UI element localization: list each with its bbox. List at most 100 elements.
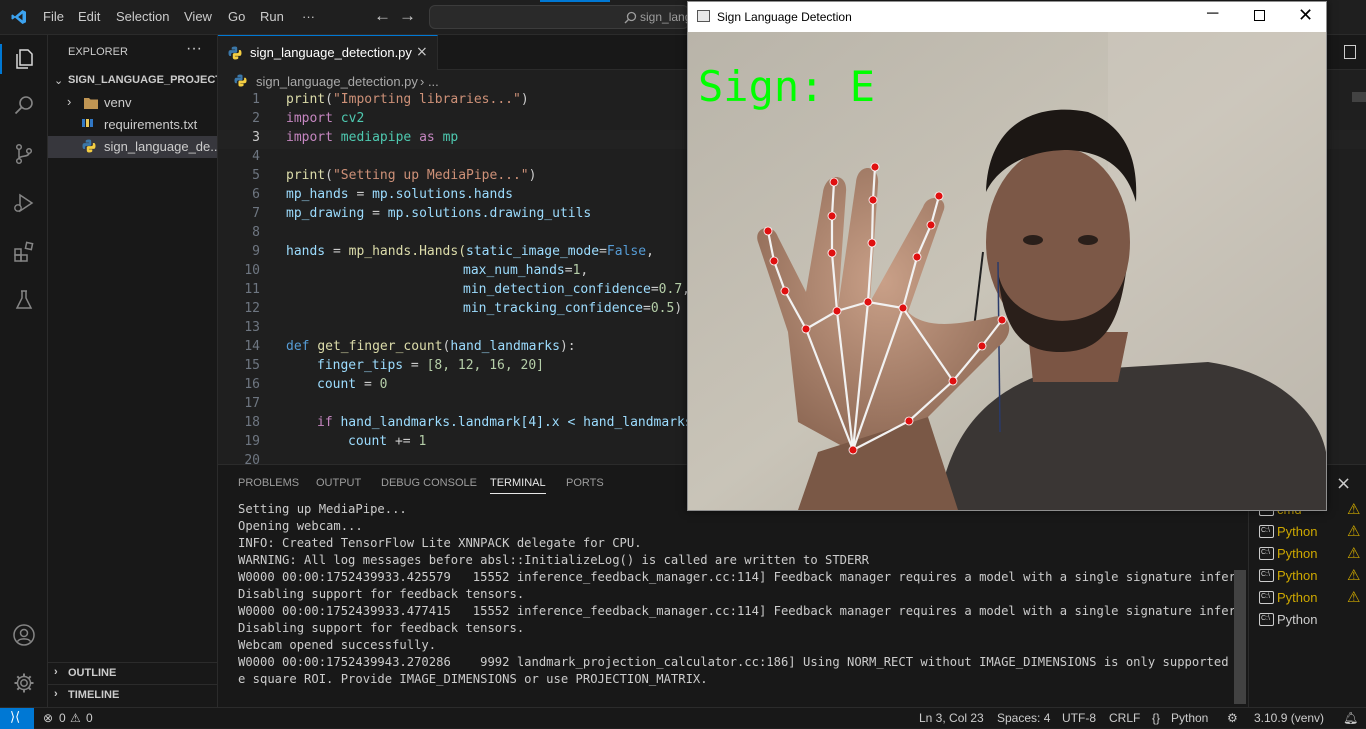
breadcrumb-more[interactable]: › ... bbox=[420, 74, 439, 89]
search-icon[interactable] bbox=[12, 93, 36, 117]
end-of-line[interactable]: CRLF bbox=[1109, 711, 1140, 725]
accent-strip bbox=[540, 0, 610, 2]
python-file-icon bbox=[228, 46, 242, 64]
cursor-position[interactable]: Ln 3, Col 23 bbox=[919, 711, 984, 725]
settings-gear-icon[interactable] bbox=[12, 671, 36, 695]
search-text: sign_lang bbox=[640, 10, 692, 24]
panel-tab-debug-console[interactable]: DEBUG CONSOLE bbox=[381, 477, 477, 489]
timeline-section[interactable]: › TIMELINE bbox=[48, 684, 217, 706]
menu-go[interactable]: Go bbox=[228, 9, 245, 24]
menu-edit[interactable]: Edit bbox=[78, 9, 100, 24]
window-minimize-button[interactable]: ─ bbox=[1207, 5, 1218, 23]
warning-icon: ⚠ bbox=[1347, 545, 1361, 562]
outline-section[interactable]: › OUTLINE bbox=[48, 662, 217, 684]
chevron-right-icon: › bbox=[54, 666, 58, 678]
extensions-icon[interactable] bbox=[12, 240, 36, 264]
terminal-line: e square ROI. Provide IMAGE_DIMENSIONS o… bbox=[238, 672, 708, 686]
language-braces-icon: {} bbox=[1152, 711, 1161, 725]
testing-flask-icon[interactable] bbox=[12, 288, 36, 312]
run-debug-icon[interactable] bbox=[12, 191, 36, 215]
webcam-frame: Sign: E bbox=[688, 32, 1326, 510]
status-bar: ⟩⟨ ⊗ 0 ⚠ 0 Ln 3, Col 23 Spaces: 4 UTF-8 … bbox=[0, 707, 1366, 729]
tree-item-label: requirements.txt bbox=[104, 117, 198, 132]
terminal-output[interactable]: Setting up MediaPipe... Opening webcam..… bbox=[238, 502, 1238, 702]
tab-label: sign_language_detection.py bbox=[250, 45, 412, 60]
tree-item-requirements[interactable]: requirements.txt bbox=[48, 114, 217, 136]
editor-scrollbar[interactable] bbox=[1352, 92, 1366, 102]
menu-run[interactable]: Run bbox=[260, 9, 284, 24]
nav-forward-icon[interactable]: → bbox=[399, 6, 416, 26]
terminal-list-item-active[interactable]: C:\ Python bbox=[1257, 610, 1365, 630]
terminal-scrollbar[interactable] bbox=[1234, 570, 1246, 704]
terminal-line: Opening webcam... bbox=[238, 519, 363, 533]
menu-file[interactable]: File bbox=[43, 9, 64, 24]
terminal-icon: C:\ bbox=[1259, 525, 1274, 538]
problems-error-icon[interactable]: ⊗ bbox=[43, 711, 53, 725]
breadcrumb: sign_language_detection.py › ... bbox=[218, 70, 688, 92]
window-close-button[interactable]: ✕ bbox=[1298, 5, 1313, 26]
python-interpreter-icon: ⚙ bbox=[1227, 711, 1238, 725]
remote-indicator[interactable]: ⟩⟨ bbox=[0, 708, 34, 729]
panel-tab-output[interactable]: OUTPUT bbox=[316, 477, 361, 489]
timeline-label: TIMELINE bbox=[68, 689, 120, 701]
python-file-icon bbox=[82, 139, 96, 156]
terminal-line: Disabling support for feedback tensors. bbox=[238, 587, 525, 601]
window-title-bar[interactable]: Sign Language Detection ─ ✕ bbox=[688, 2, 1326, 32]
tab-close-icon[interactable]: × bbox=[416, 44, 428, 60]
explorer-icon[interactable] bbox=[12, 47, 36, 71]
terminal-list-item[interactable]: C:\ Python ⚠ bbox=[1257, 544, 1365, 564]
warning-icon: ⚠ bbox=[1347, 567, 1361, 584]
terminal-line: Disabling support for feedback tensors. bbox=[238, 621, 525, 635]
indentation[interactable]: Spaces: 4 bbox=[997, 711, 1050, 725]
accounts-icon[interactable] bbox=[12, 623, 36, 647]
menu-more[interactable]: ··· bbox=[302, 9, 315, 24]
window-maximize-button[interactable] bbox=[1254, 10, 1265, 21]
terminal-list-item[interactable]: C:\ Python ⚠ bbox=[1257, 522, 1365, 542]
breadcrumb-file[interactable]: sign_language_detection.py bbox=[256, 74, 418, 89]
tree-item-label: sign_language_de... bbox=[104, 139, 217, 154]
outline-label: OUTLINE bbox=[68, 667, 117, 679]
problems-warning-icon[interactable]: ⚠ bbox=[70, 711, 81, 725]
requirements-file-icon bbox=[82, 117, 96, 132]
language-mode[interactable]: Python bbox=[1171, 711, 1208, 725]
tab-sign-language-detection[interactable]: sign_language_detection.py × bbox=[218, 35, 438, 70]
panel-tab-problems[interactable]: PROBLEMS bbox=[238, 477, 299, 489]
notifications-bell-icon[interactable]: 🔔︎ bbox=[1343, 711, 1358, 725]
terminal-list-item[interactable]: C:\ Python ⚠ bbox=[1257, 566, 1365, 586]
search-icon bbox=[624, 11, 637, 28]
warning-icon: ⚠ bbox=[1347, 501, 1361, 518]
explorer-header: EXPLORER bbox=[68, 46, 128, 58]
terminal-line: Setting up MediaPipe... bbox=[238, 502, 407, 516]
source-control-icon[interactable] bbox=[12, 142, 36, 166]
window-app-icon bbox=[697, 10, 710, 22]
sign-language-detection-window[interactable]: Sign Language Detection ─ ✕ Sign: E bbox=[687, 1, 1327, 511]
terminal-list: C:\ cmd ⚠ C:\ Python ⚠ C:\ Python ⚠ C:\ … bbox=[1248, 500, 1366, 707]
project-folder-header[interactable]: ⌄ SIGN_LANGUAGE_PROJECT bbox=[48, 70, 217, 92]
chevron-down-icon: ⌄ bbox=[54, 75, 64, 87]
nav-back-icon[interactable]: ← bbox=[374, 6, 391, 26]
encoding[interactable]: UTF-8 bbox=[1062, 711, 1096, 725]
remote-icon: ⟩⟨ bbox=[10, 709, 21, 724]
terminal-list-label: Python bbox=[1277, 612, 1318, 627]
menu-view[interactable]: View bbox=[184, 9, 212, 24]
tree-item-venv[interactable]: › venv bbox=[48, 92, 217, 114]
panel-tab-ports[interactable]: PORTS bbox=[566, 477, 604, 489]
chevron-right-icon: › bbox=[67, 94, 72, 109]
problems-warnings-count[interactable]: 0 bbox=[86, 711, 93, 725]
menu-selection[interactable]: Selection bbox=[116, 9, 169, 24]
panel-close-icon[interactable]: × bbox=[1336, 473, 1351, 494]
terminal-list-label: Python bbox=[1277, 524, 1318, 539]
problems-errors-count[interactable]: 0 bbox=[59, 711, 66, 725]
terminal-list-item[interactable]: C:\ Python ⚠ bbox=[1257, 588, 1365, 608]
explorer-more-button[interactable]: ··· bbox=[186, 40, 202, 58]
terminal-icon: C:\ bbox=[1259, 547, 1274, 560]
window-title: Sign Language Detection bbox=[717, 10, 852, 24]
tree-item-sign-language-detection[interactable]: sign_language_de... bbox=[48, 136, 217, 158]
terminal-line: INFO: Created TensorFlow Lite XNNPACK de… bbox=[238, 536, 642, 550]
command-center-search[interactable]: sign_lang bbox=[429, 5, 692, 29]
python-interpreter[interactable]: 3.10.9 (venv) bbox=[1254, 711, 1324, 725]
split-editor-icon[interactable] bbox=[1344, 45, 1356, 59]
detected-sign-label: Sign: E bbox=[698, 62, 876, 111]
terminal-list-label: Python bbox=[1277, 590, 1318, 605]
panel-tab-terminal[interactable]: TERMINAL bbox=[490, 477, 546, 494]
